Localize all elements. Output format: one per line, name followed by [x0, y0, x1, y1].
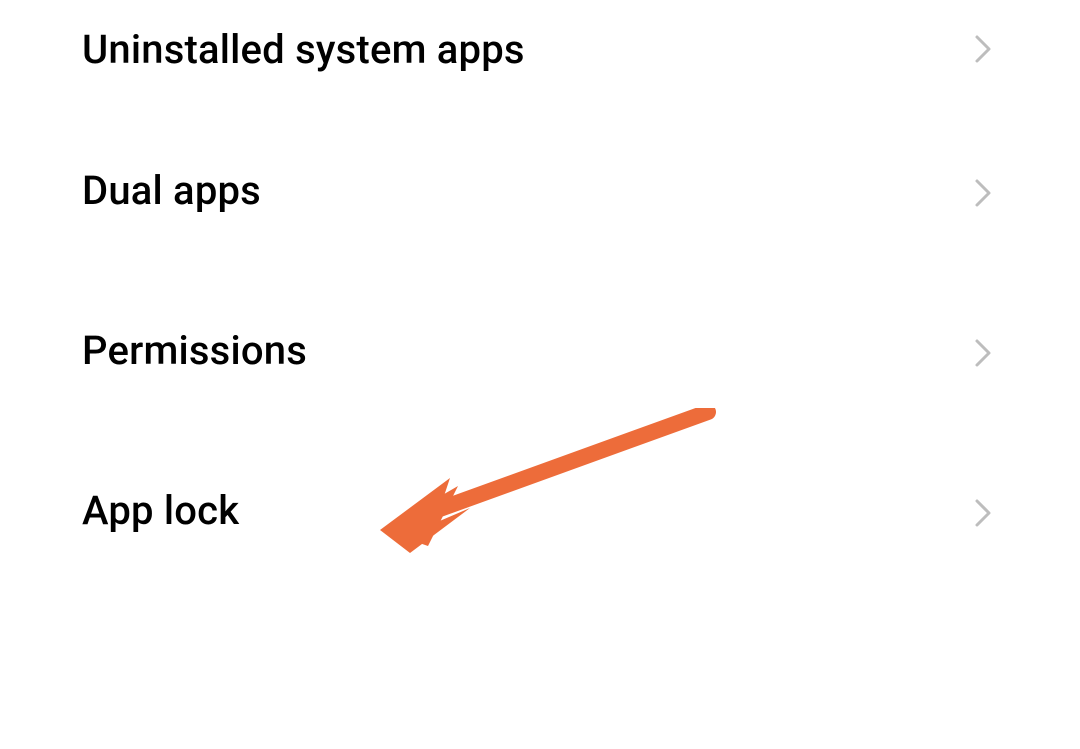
- list-item-uninstalled-system-apps[interactable]: Uninstalled system apps: [0, 0, 1080, 110]
- chevron-right-icon: [974, 498, 998, 522]
- chevron-right-icon: [974, 338, 998, 362]
- chevron-right-icon: [974, 34, 998, 58]
- list-item-label: Uninstalled system apps: [82, 26, 525, 73]
- list-item-dual-apps[interactable]: Dual apps: [0, 110, 1080, 270]
- settings-list: Uninstalled system apps Dual apps Permis…: [0, 0, 1080, 590]
- list-item-permissions[interactable]: Permissions: [0, 270, 1080, 430]
- list-item-label: Permissions: [82, 327, 307, 374]
- list-item-label: Dual apps: [82, 167, 261, 214]
- list-item-label: App lock: [82, 487, 239, 534]
- chevron-right-icon: [974, 178, 998, 202]
- list-item-app-lock[interactable]: App lock: [0, 430, 1080, 590]
